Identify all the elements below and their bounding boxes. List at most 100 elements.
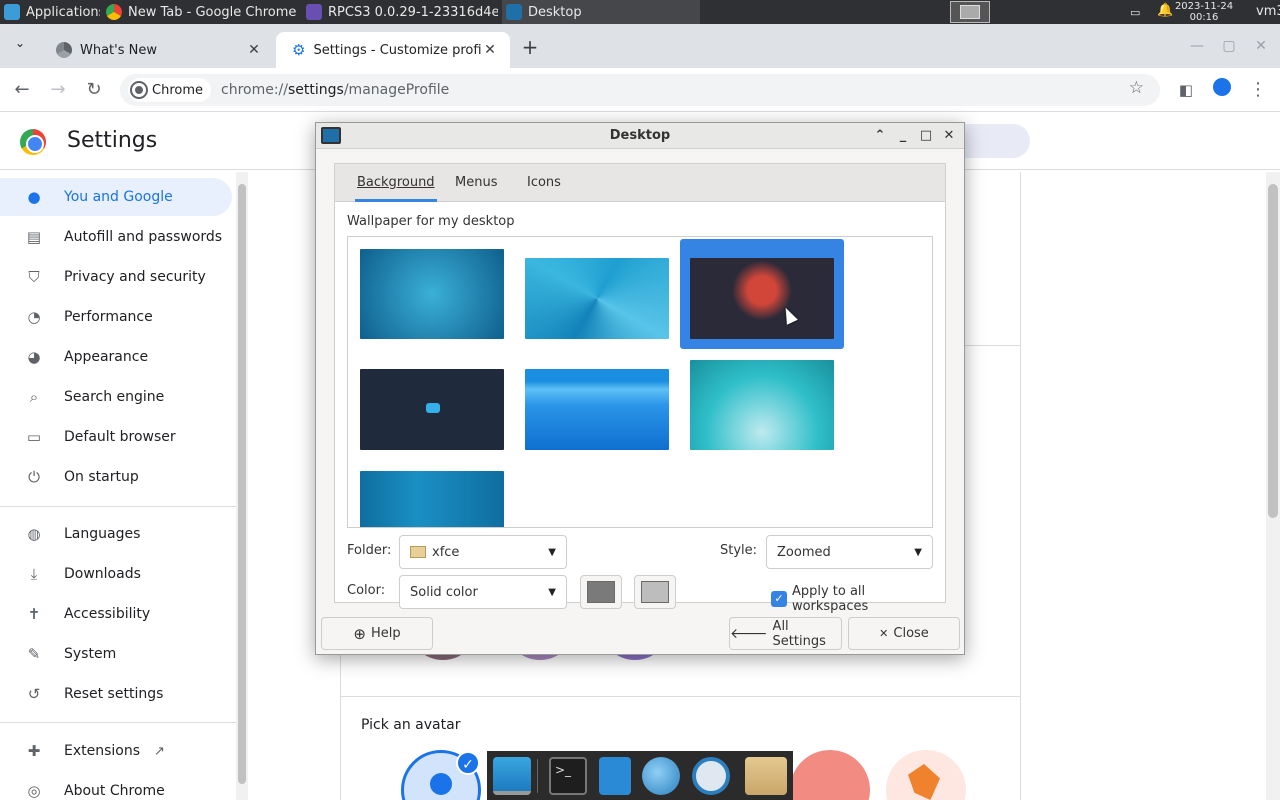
apply-all-workspaces-checkbox[interactable]: ✓ Apply to all workspaces [771,584,945,614]
chrome-icon [56,42,72,58]
close-window-icon[interactable]: ✕ [940,127,958,145]
sidebar-item-label: Languages [64,526,141,542]
show-desktop-icon[interactable] [493,757,531,795]
sidebar-divider [0,722,236,723]
rpcs3-icon [306,4,322,20]
forward-arrow-icon[interactable]: → [46,78,70,102]
sidebar-item-label: Privacy and security [64,269,206,285]
applications-menu-button[interactable]: Applications [0,0,100,24]
sidebar-item-autofill[interactable]: ▤ Autofill and passwords [0,218,232,256]
task-rpcs3[interactable]: RPCS3 0.0.29-1-23316d4e... [302,0,498,24]
help-button[interactable]: ⊕ Help [321,617,433,650]
color-mode-select[interactable]: Solid color ▼ [399,575,567,609]
desktop-icon [506,4,522,20]
file-manager-icon[interactable] [599,757,631,795]
shield-icon: ⛉ [28,268,40,286]
sidebar-item-performance[interactable]: ◔ Performance [0,298,232,336]
task-chrome[interactable]: New Tab - Google Chrome [102,0,298,24]
kebab-menu-icon[interactable]: ⋮ [1246,78,1270,102]
dropdown-arrow-icon: ▼ [548,586,556,598]
user-menu[interactable]: vm3 [1256,4,1280,19]
folder-label: Folder: [347,543,392,558]
address-bar[interactable]: Chrome chrome://settings/manageProfile ☆ [120,74,1160,106]
url-text[interactable]: chrome://settings/manageProfile [211,82,449,98]
new-tab-plus-icon[interactable]: + [518,36,542,60]
clock[interactable]: 2023-11-24 00:16 [1174,0,1234,23]
tab-whats-new[interactable]: What's New ✕ [40,32,274,68]
primary-color-button[interactable] [580,575,622,609]
notebook-tabs: Background Menus Icons [335,164,945,202]
profile-icon[interactable] [1210,78,1234,102]
sidebar-item-extensions[interactable]: ✚ Extensions ↗ [0,732,232,770]
apply-all-workspaces-label: Apply to all workspaces [791,584,869,614]
close-window-icon[interactable]: ✕ [1246,38,1276,54]
site-chip[interactable]: Chrome [128,78,211,102]
wallpaper-thumbnail[interactable] [525,258,669,339]
web-browser-icon[interactable] [642,757,680,795]
clipboard-icon: ▤ [26,228,42,246]
tab-menus[interactable]: Menus [453,164,499,202]
shade-window-icon[interactable]: ⌃ [871,127,889,145]
xfce-top-panel: Applications New Tab - Google Chrome RPC… [0,0,1280,24]
wallpaper-thumbnail-selected[interactable] [690,258,834,339]
sidebar-item-you-and-google[interactable]: ● You and Google [0,178,232,216]
wallpaper-thumbnail[interactable] [690,360,834,450]
dock-separator [537,759,538,793]
maximize-window-icon[interactable]: ▢ [1214,38,1244,54]
secondary-color-button[interactable] [634,575,676,609]
sidebar-item-on-startup[interactable]: ⏻ On startup [0,458,232,496]
battery-icon[interactable]: ▭ [1130,6,1140,19]
sidebar-item-languages[interactable]: ◍ Languages [0,515,232,553]
tab-search-chevron-icon[interactable]: ⌄ [8,36,32,60]
task-desktop[interactable]: Desktop [502,0,700,24]
side-panel-icon[interactable]: ◧ [1174,78,1198,102]
terminal-icon[interactable]: >_ [549,757,587,795]
wallpaper-thumbnail[interactable] [360,369,504,450]
url-scheme: chrome:// [221,82,288,98]
sidebar-scrollbar-thumb[interactable] [238,184,246,784]
sidebar-item-appearance[interactable]: ◕ Appearance [0,338,232,376]
sidebar-item-reset-settings[interactable]: ↺ Reset settings [0,675,232,713]
sidebar-item-label: Autofill and passwords [64,229,223,245]
tab-icons[interactable]: Icons [525,164,563,202]
folder-icon[interactable] [745,757,787,795]
tab-settings[interactable]: ⚙ Settings - Customize profile ✕ [276,32,510,68]
bookmark-star-icon[interactable]: ☆ [1129,78,1144,98]
sidebar-item-system[interactable]: ✎ System [0,635,232,673]
all-settings-button[interactable]: 🡐 All Settings [729,617,842,650]
sidebar-item-downloads[interactable]: ⤓ Downloads [0,555,232,593]
sidebar-item-privacy[interactable]: ⛉ Privacy and security [0,258,232,296]
sidebar-item-search-engine[interactable]: ⌕ Search engine [0,378,232,416]
tab-background[interactable]: Background [355,164,437,202]
bell-icon[interactable]: 🔔 [1157,3,1173,18]
dropdown-arrow-icon: ▼ [914,546,922,558]
maximize-window-icon[interactable]: □ [917,127,935,145]
minimize-window-icon[interactable]: — [1182,38,1212,54]
reload-icon[interactable]: ↻ [82,78,106,102]
style-select[interactable]: Zoomed ▼ [766,535,933,569]
secondary-color-swatch [641,581,669,603]
dialog-titlebar[interactable]: Desktop [316,123,964,149]
power-icon: ⏻ [28,468,40,486]
close-tab-icon[interactable]: ✕ [482,42,498,58]
puzzle-icon: ✚ [27,742,41,760]
desktop-settings-dialog: Desktop ⌃ _ □ ✕ Background Menus Icons W… [315,122,965,655]
xfce-dock: >_ [487,751,793,800]
folder-select[interactable]: xfce ▼ [399,535,567,569]
sidebar-item-default-browser[interactable]: ▭ Default browser [0,418,232,456]
close-tab-icon[interactable]: ✕ [246,42,262,58]
workspace-switcher[interactable] [950,1,990,23]
wallpaper-thumbnail[interactable] [360,249,504,339]
checkmark-icon: ✓ [771,591,787,607]
checkmark-icon: ✓ [456,751,480,775]
back-arrow-icon: 🡐 [730,626,768,642]
close-button[interactable]: ✕ Close [848,617,960,650]
back-arrow-icon[interactable]: ← [10,78,34,102]
wallpaper-thumbnail[interactable] [360,471,504,527]
sidebar-item-about-chrome[interactable]: ◎ About Chrome [0,772,232,800]
sidebar-item-accessibility[interactable]: ✝ Accessibility [0,595,232,633]
minimize-window-icon[interactable]: _ [894,127,912,145]
app-finder-icon[interactable] [692,757,730,795]
main-scrollbar-thumb[interactable] [1268,184,1278,518]
wallpaper-thumbnail[interactable] [525,369,669,450]
